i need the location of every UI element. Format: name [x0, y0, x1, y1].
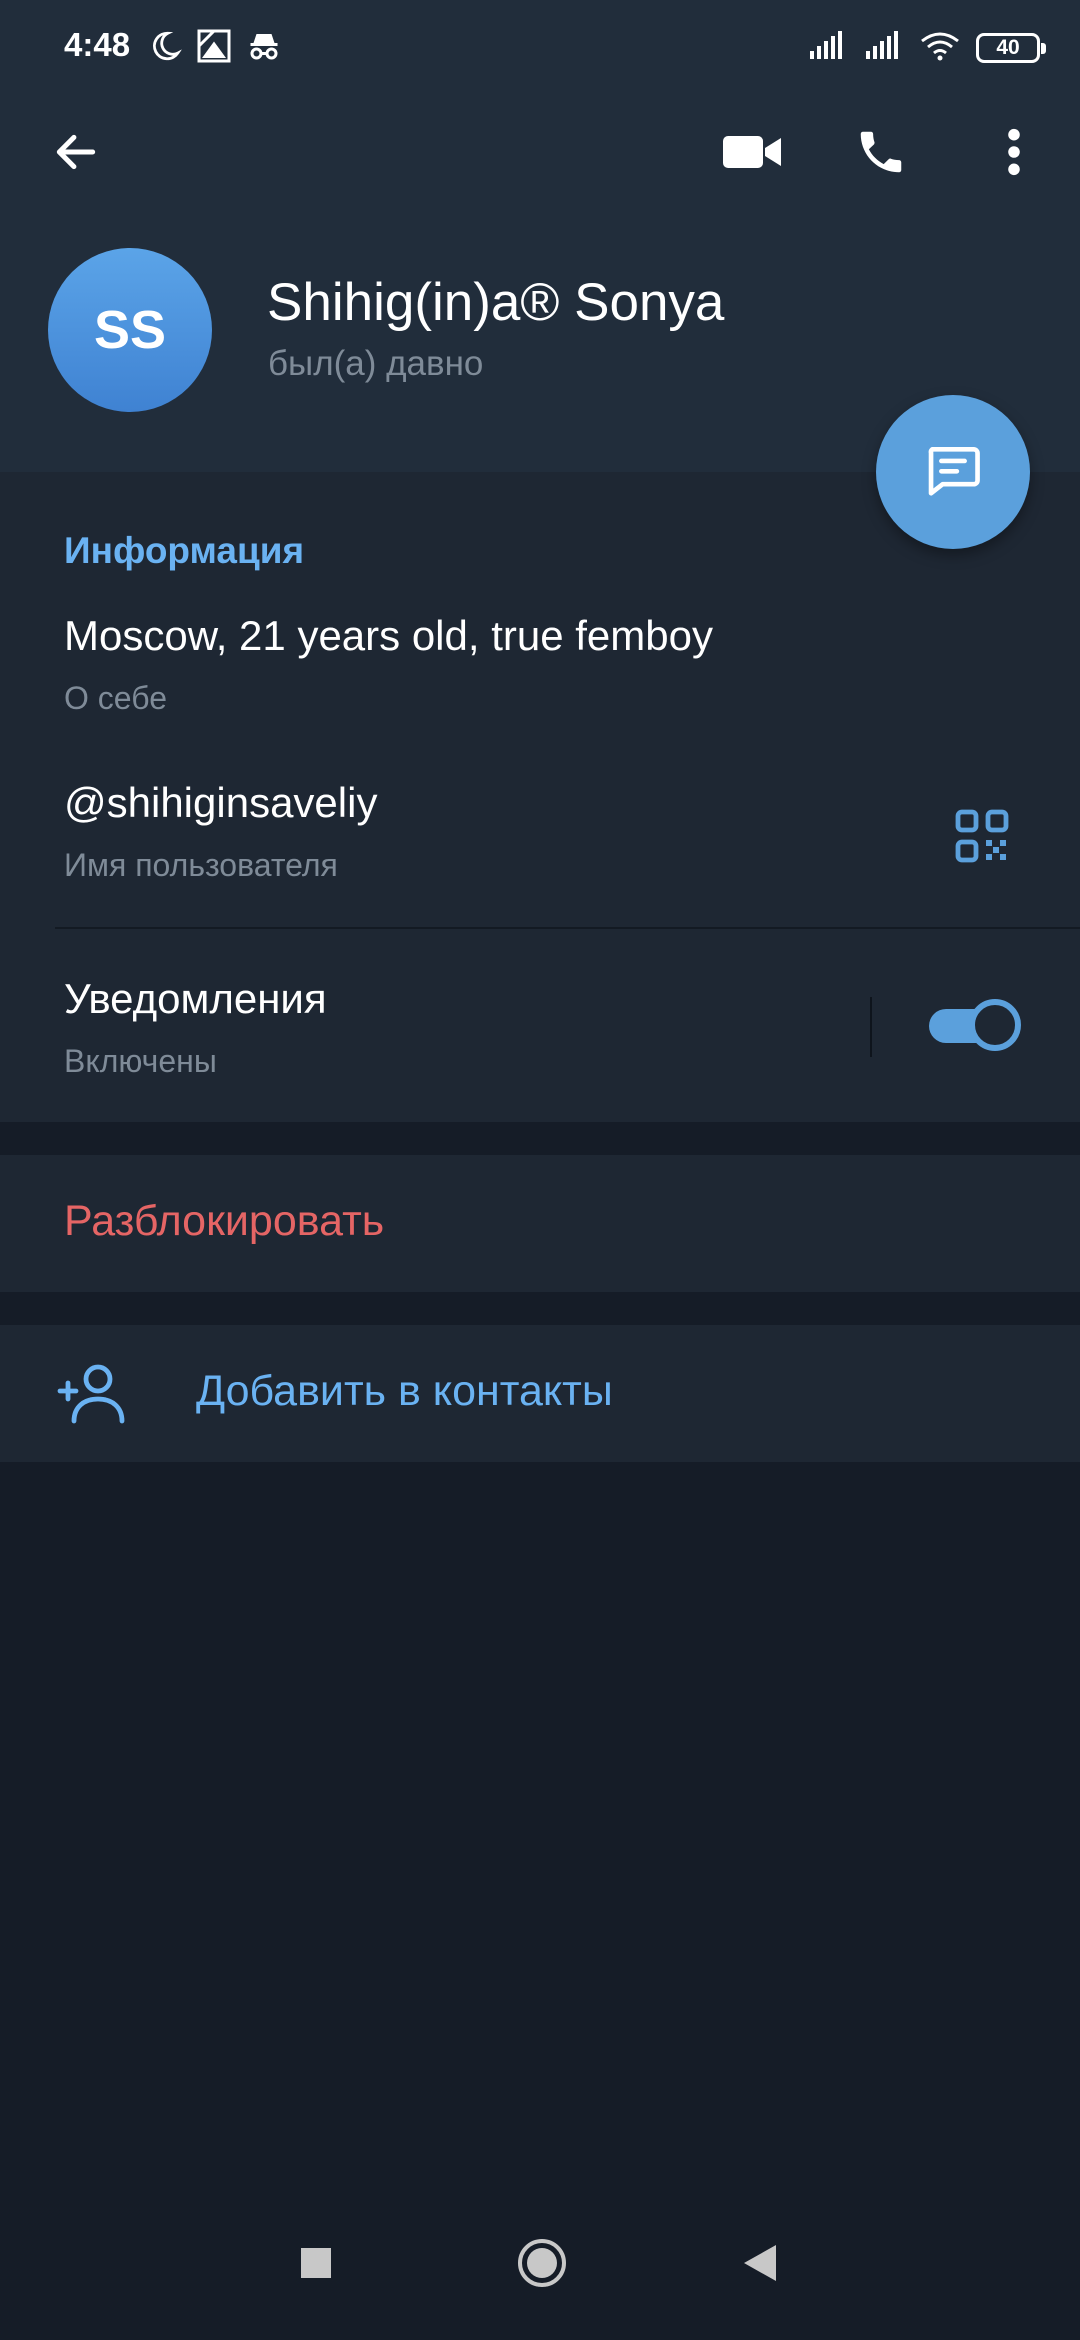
bio-value: Moscow, 21 years old, true femboy	[64, 612, 713, 659]
unblock-row[interactable]: Разблокировать	[0, 1155, 1080, 1292]
avatar[interactable]: SS	[48, 248, 212, 412]
system-nav-bar	[0, 2215, 1080, 2340]
system-back-button[interactable]	[730, 2235, 790, 2295]
more-button[interactable]	[978, 118, 1050, 190]
divider	[55, 927, 1080, 929]
notifications-label: Включены	[64, 1043, 217, 1079]
profile-status: был(а) давно	[268, 344, 484, 383]
toggle-knob	[969, 999, 1021, 1051]
wifi-icon	[920, 31, 960, 66]
call-button[interactable]	[845, 118, 917, 190]
image-icon	[196, 28, 232, 69]
status-time: 4:48	[64, 26, 131, 63]
username-label: Имя пользователя	[64, 847, 338, 883]
arrow-left-icon	[51, 127, 101, 182]
signal-icon	[808, 30, 848, 66]
triangle-back-icon	[742, 2243, 778, 2288]
profile-name: Shihig(in)a® Sonya	[267, 273, 725, 332]
vertical-separator	[870, 997, 872, 1057]
status-right-icons: 40	[808, 26, 1046, 70]
unblock-button[interactable]: Разблокировать	[64, 1197, 384, 1246]
section-title: Информация	[64, 530, 305, 571]
qr-code-icon	[954, 808, 1010, 869]
profile-header: 4:48 40 SS Shihig(in)a® Sonya был(а) дав…	[0, 0, 1080, 472]
status-left-icons	[148, 26, 282, 70]
bio-label: О себе	[64, 680, 167, 716]
notifications-toggle[interactable]	[925, 995, 1025, 1055]
qr-code-button[interactable]	[946, 802, 1018, 874]
video-call-button[interactable]	[716, 118, 788, 190]
phone-icon	[854, 125, 908, 184]
notifications-value: Уведомления	[64, 975, 327, 1022]
incognito-icon	[246, 28, 282, 69]
square-icon	[300, 2247, 332, 2284]
add-contact-row[interactable]: Добавить в контакты	[0, 1325, 1080, 1462]
add-user-icon	[56, 1361, 126, 1425]
battery-icon: 40	[976, 33, 1046, 63]
signal-icon	[864, 30, 904, 66]
username-value: @shihiginsaveliy	[64, 779, 378, 826]
status-bar: 4:48 40	[0, 0, 1080, 96]
info-section: Информация Moscow, 21 years old, true fe…	[0, 472, 1080, 1122]
home-button[interactable]	[510, 2233, 574, 2297]
circle-icon	[516, 2237, 568, 2294]
video-camera-icon	[721, 132, 783, 177]
back-button[interactable]	[40, 118, 112, 190]
message-icon	[922, 439, 984, 506]
message-button[interactable]	[876, 395, 1030, 549]
moon-icon	[148, 29, 182, 68]
more-vertical-icon	[1006, 127, 1022, 182]
add-contact-button[interactable]: Добавить в контакты	[196, 1367, 613, 1416]
recent-apps-button[interactable]	[286, 2235, 346, 2295]
